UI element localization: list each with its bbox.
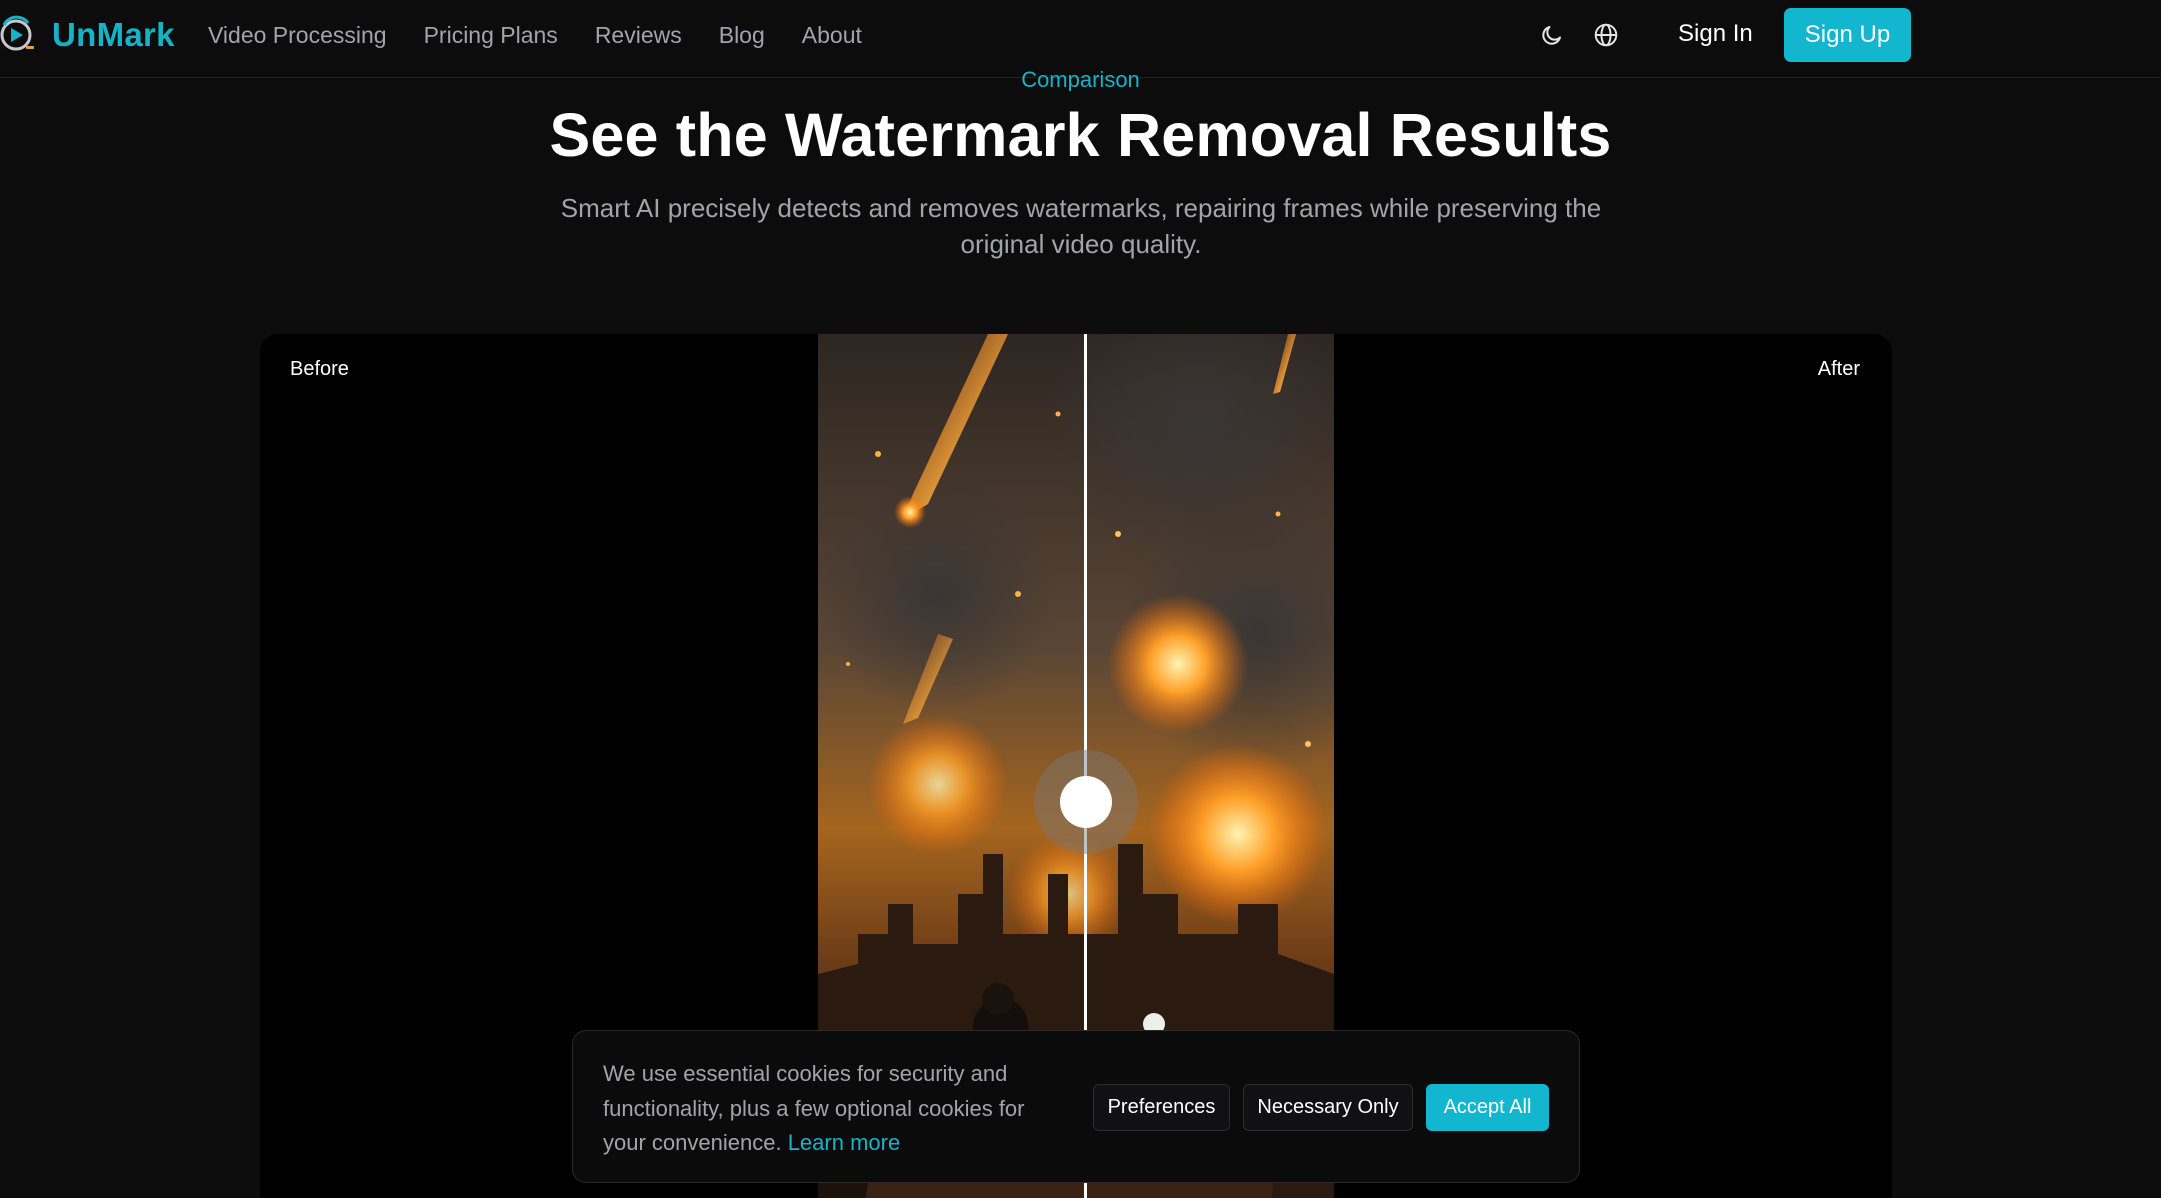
theme-toggle-button[interactable] (1536, 19, 1568, 51)
learn-more-link[interactable]: Learn more (788, 1130, 901, 1155)
cookie-necessary-only-button[interactable]: Necessary Only (1243, 1084, 1413, 1131)
language-button[interactable] (1590, 19, 1622, 51)
cookie-accept-all-button[interactable]: Accept All (1426, 1084, 1549, 1131)
comparison-drag-handle[interactable] (1060, 776, 1112, 828)
cookie-message: We use essential cookies for security an… (603, 1057, 1073, 1161)
nav-reviews[interactable]: Reviews (595, 22, 682, 49)
logo-icon (0, 15, 34, 51)
sign-in-link[interactable]: Sign In (1678, 20, 1753, 48)
main-nav: Video Processing Pricing Plans Reviews B… (208, 0, 899, 70)
sign-up-button[interactable]: Sign Up (1784, 8, 1911, 62)
cookie-preferences-button[interactable]: Preferences (1093, 1084, 1230, 1131)
section-eyebrow: Comparison (1021, 67, 1140, 91)
cookie-banner: We use essential cookies for security an… (572, 1030, 1580, 1183)
moon-icon (1542, 26, 1561, 45)
nav-pricing-plans[interactable]: Pricing Plans (424, 22, 558, 49)
page: UnMark Video Processing Pricing Plans Re… (0, 0, 2161, 1198)
brand-name: UnMark (52, 16, 175, 53)
globe-icon (1594, 23, 1618, 47)
nav-video-processing[interactable]: Video Processing (208, 22, 387, 49)
nav-blog[interactable]: Blog (719, 22, 765, 49)
page-subtitle: Smart AI precisely detects and removes w… (560, 193, 1602, 259)
page-title: See the Watermark Removal Results (549, 101, 1612, 169)
before-label: Before (290, 358, 349, 380)
brand-logo[interactable]: UnMark (0, 13, 175, 57)
nav-about[interactable]: About (802, 22, 862, 49)
after-label: After (1817, 358, 1860, 380)
